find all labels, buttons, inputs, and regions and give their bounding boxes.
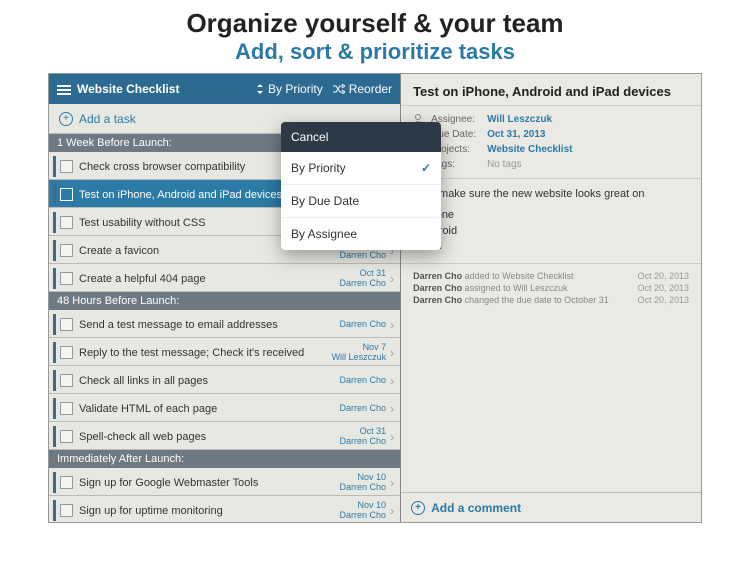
priority-bar: [53, 426, 56, 447]
task-text: Spell-check all web pages: [79, 431, 340, 443]
priority-bar: [53, 472, 56, 493]
chevron-right-icon: ›: [390, 402, 394, 416]
dropdown-item[interactable]: By Due Date: [281, 185, 441, 218]
shuffle-icon: [333, 84, 345, 94]
detail-meta: Assignee: Will Leszczuk Due Date: Oct 31…: [401, 106, 701, 179]
sort-icon: [256, 84, 264, 94]
task-meta: Nov 10Darren Cho: [340, 473, 387, 493]
add-comment-button[interactable]: + Add a comment: [401, 492, 701, 522]
priority-bar: [53, 268, 56, 289]
list-title: Website Checklist: [77, 82, 256, 96]
task-checkbox[interactable]: [60, 430, 73, 443]
task-row[interactable]: Send a test message to email addressesDa…: [49, 310, 400, 338]
plus-icon: +: [59, 112, 73, 126]
projects-value[interactable]: Website Checklist: [487, 144, 572, 155]
chevron-right-icon: ›: [390, 374, 394, 388]
priority-bar: [53, 500, 56, 521]
task-meta: Oct 31Darren Cho: [340, 269, 387, 289]
detail-title: Test on iPhone, Android and iPad devices: [413, 84, 689, 99]
task-checkbox[interactable]: [60, 188, 73, 201]
task-text: Validate HTML of each page: [79, 403, 340, 415]
task-checkbox[interactable]: [60, 346, 73, 359]
chevron-right-icon: ›: [390, 318, 394, 332]
task-row[interactable]: Create a helpful 404 pageOct 31Darren Ch…: [49, 264, 400, 292]
task-row[interactable]: Spell-check all web pagesOct 31Darren Ch…: [49, 422, 400, 450]
task-text: Sign up for uptime monitoring: [79, 505, 340, 517]
priority-bar: [53, 240, 56, 261]
detail-body: Let's make sure the new website looks gr…: [401, 179, 701, 264]
task-row[interactable]: Sign up for uptime monitoringNov 10Darre…: [49, 496, 400, 522]
task-text: Check all links in all pages: [79, 375, 340, 387]
task-meta: Darren Cho: [340, 376, 387, 386]
dropdown-cancel[interactable]: Cancel: [281, 122, 441, 152]
activity-log: Darren Cho added to Website ChecklistOct…: [401, 264, 701, 492]
app-frame: Website Checklist By Priority Reorder + …: [48, 73, 702, 523]
priority-bar: [53, 370, 56, 391]
task-checkbox[interactable]: [60, 374, 73, 387]
list-header: Website Checklist By Priority Reorder: [49, 74, 400, 104]
task-row[interactable]: Check all links in all pagesDarren Cho›: [49, 366, 400, 394]
priority-bar: [53, 184, 56, 205]
check-icon: ✓: [421, 161, 431, 175]
promo-subtitle: Add, sort & prioritize tasks: [0, 39, 750, 65]
task-checkbox[interactable]: [60, 504, 73, 517]
activity-row: Darren Cho assigned to Will LeszczukOct …: [413, 282, 689, 294]
task-text: Create a helpful 404 page: [79, 273, 340, 285]
chevron-right-icon: ›: [390, 430, 394, 444]
priority-bar: [53, 314, 56, 335]
tags-value[interactable]: No tags: [487, 159, 521, 170]
task-checkbox[interactable]: [60, 160, 73, 173]
task-checkbox[interactable]: [60, 318, 73, 331]
task-text: Reply to the test message; Check it's re…: [79, 347, 332, 359]
priority-bar: [53, 342, 56, 363]
priority-bar: [53, 156, 56, 177]
promo-title: Organize yourself & your team: [0, 8, 750, 39]
task-meta: Nov 7Will Leszczuk: [332, 343, 387, 363]
task-meta: Darren Cho: [340, 320, 387, 330]
task-text: Send a test message to email addresses: [79, 319, 340, 331]
task-row[interactable]: Validate HTML of each pageDarren Cho›: [49, 394, 400, 422]
chevron-right-icon: ›: [390, 272, 394, 286]
task-checkbox[interactable]: [60, 402, 73, 415]
chevron-right-icon: ›: [390, 504, 394, 518]
dropdown-item[interactable]: By Priority✓: [281, 152, 441, 185]
section-header: 48 Hours Before Launch:: [49, 292, 400, 310]
right-pane: Test on iPhone, Android and iPad devices…: [401, 74, 701, 522]
activity-row: Darren Cho added to Website ChecklistOct…: [413, 270, 689, 282]
task-row[interactable]: Reply to the test message; Check it's re…: [49, 338, 400, 366]
task-meta: Darren Cho: [340, 404, 387, 414]
task-meta: Oct 31Darren Cho: [340, 427, 387, 447]
menu-icon[interactable]: [57, 82, 71, 96]
sort-dropdown: Cancel By Priority✓By Due DateBy Assigne…: [281, 122, 441, 250]
assignee-value[interactable]: Will Leszczuk: [487, 114, 552, 125]
task-meta: Nov 10Darren Cho: [340, 501, 387, 521]
dropdown-item[interactable]: By Assignee: [281, 218, 441, 250]
priority-bar: [53, 212, 56, 233]
duedate-value[interactable]: Oct 31, 2013: [487, 129, 545, 140]
task-checkbox[interactable]: [60, 476, 73, 489]
activity-row: Darren Cho changed the due date to Octob…: [413, 294, 689, 306]
priority-bar: [53, 398, 56, 419]
task-checkbox[interactable]: [60, 272, 73, 285]
task-checkbox[interactable]: [60, 244, 73, 257]
task-text: Sign up for Google Webmaster Tools: [79, 477, 340, 489]
plus-icon: +: [411, 501, 425, 515]
task-row[interactable]: Sign up for Google Webmaster ToolsNov 10…: [49, 468, 400, 496]
sort-button[interactable]: By Priority: [256, 82, 323, 96]
chevron-right-icon: ›: [390, 346, 394, 360]
section-header: Immediately After Launch:: [49, 450, 400, 468]
reorder-button[interactable]: Reorder: [333, 82, 392, 96]
task-checkbox[interactable]: [60, 216, 73, 229]
detail-header: Test on iPhone, Android and iPad devices: [401, 74, 701, 106]
chevron-right-icon: ›: [390, 476, 394, 490]
